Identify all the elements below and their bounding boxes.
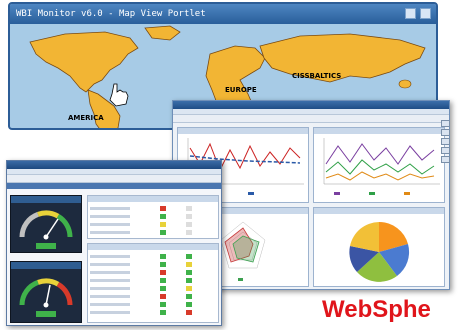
table-row[interactable]	[90, 254, 218, 259]
gauge-panel-2	[10, 261, 82, 323]
brand-text: WebSphe	[322, 296, 431, 323]
table-row[interactable]	[90, 278, 218, 283]
dashboard-titlebar	[173, 101, 449, 109]
hand-cursor-icon	[109, 83, 129, 107]
greenland-shape	[144, 25, 181, 41]
maximize-icon[interactable]	[420, 8, 431, 19]
table-row[interactable]	[90, 206, 218, 211]
gauge-panel-1	[10, 195, 82, 253]
table-row[interactable]	[90, 294, 218, 299]
table-row[interactable]	[90, 286, 218, 291]
tool-icon[interactable]	[441, 129, 450, 136]
line-chart-2	[323, 138, 440, 195]
tool-icon[interactable]	[441, 147, 450, 154]
tool-icon[interactable]	[441, 138, 450, 145]
japan-shape	[398, 79, 412, 89]
gauge-dashboard-tabbar[interactable]	[7, 183, 221, 189]
tool-icon[interactable]	[441, 120, 450, 127]
table-row[interactable]	[90, 230, 218, 235]
map-portlet-titlebar: WBI Monitor v6.0 - Map View Portlet	[10, 4, 436, 24]
pie-chart-panel	[313, 207, 445, 287]
status-table-top	[87, 195, 219, 239]
region-label-america[interactable]: AMERICA	[68, 114, 104, 122]
table-row[interactable]	[90, 270, 218, 275]
north-america-shape[interactable]	[29, 31, 139, 93]
asia-shape[interactable]	[259, 33, 426, 83]
gauge-dashboard-window	[6, 160, 222, 326]
region-label-europe[interactable]: EUROPE	[225, 86, 257, 94]
table-row[interactable]	[90, 222, 218, 227]
panel-header	[88, 244, 218, 250]
dashboard-toolbar[interactable]	[173, 115, 449, 123]
panel-header	[11, 196, 81, 203]
status-table-bottom	[87, 243, 219, 323]
minimize-icon[interactable]	[405, 8, 416, 19]
table-row[interactable]	[90, 262, 218, 267]
gauge-dashboard-titlebar	[7, 161, 221, 169]
table-row[interactable]	[90, 310, 218, 315]
tool-icon[interactable]	[441, 156, 450, 163]
table-row[interactable]	[90, 214, 218, 219]
speedometer-gauge-2	[19, 278, 73, 317]
side-toolbar	[440, 118, 452, 178]
gauge-dashboard-toolbar[interactable]	[7, 175, 221, 183]
speedometer-gauge-1	[19, 210, 73, 249]
panel-header	[88, 196, 218, 202]
region-label-cis[interactable]: CISSBALTICS	[292, 72, 341, 80]
panel-header	[11, 262, 81, 269]
map-portlet-title: WBI Monitor v6.0 - Map View Portlet	[16, 9, 206, 19]
table-row[interactable]	[90, 302, 218, 307]
pie-chart	[349, 221, 410, 282]
line-chart-panel-2	[313, 127, 445, 203]
